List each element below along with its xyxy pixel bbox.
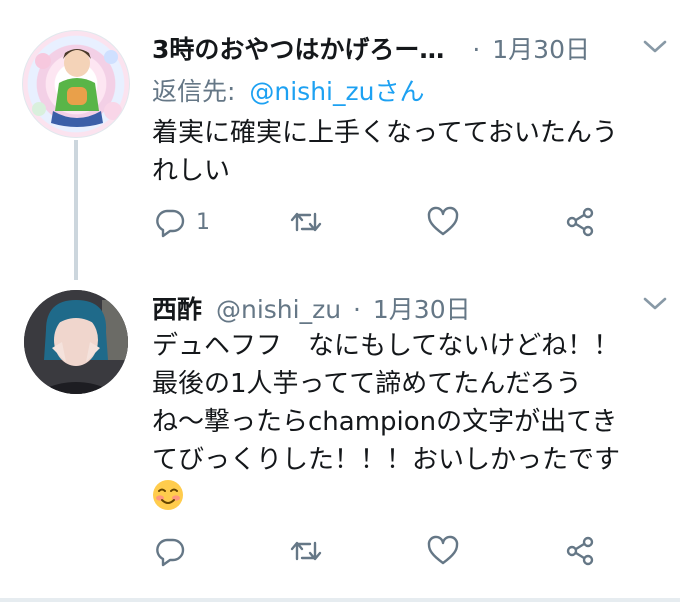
reply-icon bbox=[156, 209, 185, 238]
tweet-text-line: デュヘフフ なにもしてないけどね！！ bbox=[152, 331, 620, 361]
reply-prefix: 返信先: bbox=[152, 77, 236, 106]
share-icon bbox=[566, 536, 594, 566]
reply-icon bbox=[156, 538, 185, 567]
tweet-actions: 1 bbox=[150, 206, 650, 246]
like-button[interactable] bbox=[426, 535, 460, 567]
tweet-1[interactable]: 3時のおやつはかげろー… · 1月30日 返信先: @nishi_zuさん 着実… bbox=[0, 0, 680, 280]
share-icon bbox=[566, 207, 594, 237]
separator: · bbox=[472, 35, 481, 64]
thread-connector-line bbox=[74, 140, 78, 280]
like-button[interactable] bbox=[426, 206, 460, 238]
like-icon bbox=[427, 535, 459, 565]
reply-handle-link[interactable]: @nishi_zu bbox=[249, 77, 374, 106]
tweet-date[interactable]: 1月30日 bbox=[373, 295, 471, 324]
retweet-button[interactable] bbox=[288, 206, 324, 238]
chevron-down-icon[interactable] bbox=[642, 295, 668, 317]
avatar[interactable] bbox=[24, 290, 128, 394]
tweet-text-line: てびっくりした！！！おいしかったです bbox=[152, 445, 621, 475]
reply-suffix: さん bbox=[374, 77, 425, 106]
retweet-icon bbox=[290, 212, 322, 232]
chevron-down-icon[interactable] bbox=[642, 38, 668, 60]
tweet-2[interactable]: 西酢 @nishi_zu · 1月30日 デュヘフフ なにもしてないけどね！！ … bbox=[0, 275, 680, 602]
share-button[interactable] bbox=[564, 535, 598, 567]
tweet-text-line: 最後の1人芋ってて諦めてたんだろう bbox=[152, 369, 582, 399]
separator: · bbox=[353, 295, 361, 324]
display-name[interactable]: 3時のおやつはかげろー… bbox=[152, 35, 444, 64]
display-name[interactable]: 西酢 bbox=[152, 295, 202, 324]
tweet-text: デュヘフフ なにもしてないけどね！！ 最後の1人芋ってて諦めてたんだろう ね〜撃… bbox=[152, 327, 672, 517]
tweet-actions bbox=[150, 535, 650, 575]
tweet-text-line: ね〜撃ったらchampionの文字が出てき bbox=[152, 407, 618, 437]
tweet-date[interactable]: 1月30日 bbox=[492, 35, 590, 64]
reply-context: 返信先: @nishi_zuさん bbox=[152, 72, 424, 108]
smiling-face-with-blush-emoji bbox=[152, 479, 184, 522]
handle[interactable]: @nishi_zu bbox=[216, 295, 341, 324]
reply-button[interactable] bbox=[154, 535, 186, 567]
avatar-photo-icon bbox=[24, 290, 128, 394]
reply-count: 1 bbox=[196, 209, 210, 235]
retweet-icon bbox=[290, 541, 322, 561]
tweet-header: 3時のおやつはかげろー… · 1月30日 bbox=[152, 30, 590, 66]
share-button[interactable] bbox=[564, 206, 598, 238]
tweet-header: 西酢 @nishi_zu · 1月30日 bbox=[152, 290, 471, 326]
retweet-button[interactable] bbox=[288, 535, 324, 567]
divider bbox=[0, 598, 680, 602]
avatar-illustration-icon bbox=[32, 49, 122, 127]
like-icon bbox=[427, 206, 459, 236]
tweet-text-line: れしい bbox=[152, 156, 231, 186]
avatar[interactable] bbox=[22, 30, 130, 138]
tweet-text: 着実に確実に上手くなってておいたんう れしい bbox=[152, 114, 672, 190]
reply-button[interactable]: 1 bbox=[154, 206, 210, 238]
tweet-text-line: 着実に確実に上手くなってておいたんう bbox=[152, 118, 618, 148]
